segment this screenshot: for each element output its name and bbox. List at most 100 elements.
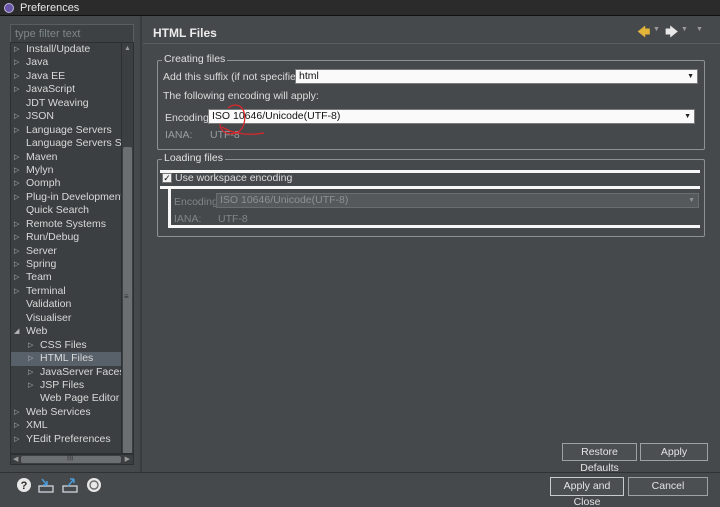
collapsed-twisty-icon[interactable]: ▷ bbox=[14, 285, 22, 298]
tree-item[interactable]: ▷ JavaServer Faces Too bbox=[11, 366, 133, 379]
tree-horizontal-scrollbar[interactable]: ◀ ||| ▶ bbox=[10, 452, 134, 465]
cancel-button[interactable]: Cancel bbox=[628, 477, 708, 496]
suffix-combo[interactable]: html ▼ bbox=[295, 69, 698, 84]
collapsed-twisty-icon[interactable]: ▷ bbox=[14, 110, 22, 123]
tree-item-label: CSS Files bbox=[40, 338, 87, 351]
tree-item[interactable]: ▷ YEdit Preferences bbox=[11, 433, 121, 446]
restore-defaults-button[interactable]: Restore Defaults bbox=[562, 443, 637, 474]
tree-item-label: Web bbox=[26, 325, 48, 338]
collapsed-twisty-icon[interactable]: ▷ bbox=[14, 56, 22, 69]
forward-arrow-icon[interactable]: 🡆 bbox=[665, 25, 678, 38]
tree-item[interactable]: ▷ XML bbox=[11, 419, 121, 432]
tree-item[interactable]: ▷ Remote Systems bbox=[11, 218, 121, 231]
loading-iana-label: IANA: bbox=[174, 213, 202, 225]
collapsed-twisty-icon[interactable]: ▷ bbox=[28, 339, 36, 352]
tree-item[interactable]: ▷ JavaScript bbox=[11, 83, 121, 96]
loading-encoding-combo[interactable]: ISO 10646/Unicode(UTF-8) ▼ bbox=[216, 193, 699, 208]
encoding-subframe-top bbox=[160, 186, 700, 189]
apply-and-close-button-label: Apply and Close bbox=[563, 480, 611, 507]
tree-item-label: Install/Update bbox=[26, 43, 91, 55]
collapsed-twisty-icon[interactable]: ▷ bbox=[14, 43, 22, 56]
collapsed-twisty-icon[interactable]: ▷ bbox=[14, 83, 22, 96]
collapsed-twisty-icon[interactable]: ▷ bbox=[28, 379, 36, 392]
restore-defaults-button-label: Restore Defaults bbox=[580, 446, 619, 474]
tree-item-label: Web Services bbox=[26, 405, 91, 418]
tree-item-label: Language Servers bbox=[26, 123, 112, 136]
collapsed-twisty-icon[interactable]: ▷ bbox=[14, 433, 22, 446]
filter-input[interactable] bbox=[11, 25, 133, 43]
window-titlebar: Preferences bbox=[0, 0, 720, 16]
back-arrow-icon[interactable]: 🡄 bbox=[637, 25, 650, 38]
tree-item[interactable]: ▷ Java bbox=[11, 56, 121, 69]
tree-item[interactable]: Validation bbox=[11, 298, 121, 311]
tree-item[interactable]: ▷ Terminal bbox=[11, 285, 121, 298]
collapsed-twisty-icon[interactable]: ▷ bbox=[14, 124, 22, 137]
tree-item[interactable]: ▷ Spring bbox=[11, 258, 121, 271]
creating-encoding-combo[interactable]: ISO 10646/Unicode(UTF-8) ▼ bbox=[208, 109, 695, 124]
tree-item[interactable]: JDT Weaving bbox=[11, 97, 121, 110]
tree-item[interactable]: ▷ Install/Update bbox=[11, 43, 121, 56]
collapsed-twisty-icon[interactable]: ▷ bbox=[14, 419, 22, 432]
collapsed-twisty-icon[interactable]: ▷ bbox=[14, 151, 22, 164]
tree-item[interactable]: ◢ Web bbox=[11, 325, 121, 338]
use-workspace-encoding-checkbox[interactable]: ✓ bbox=[162, 173, 172, 183]
collapsed-twisty-icon[interactable]: ▷ bbox=[14, 406, 22, 419]
tree-item[interactable]: ▷ Oomph bbox=[11, 177, 121, 190]
tree-item-label: Team bbox=[26, 271, 52, 284]
use-workspace-encoding-label[interactable]: Use workspace encoding bbox=[175, 172, 292, 184]
collapsed-twisty-icon[interactable]: ▷ bbox=[14, 70, 22, 83]
forward-history-dropdown-icon[interactable]: ▼ bbox=[681, 26, 688, 33]
tree-item[interactable]: ▷ Java EE bbox=[11, 70, 121, 83]
tree-item-label: Maven bbox=[26, 150, 58, 163]
export-icon[interactable] bbox=[62, 477, 78, 493]
encoding-subframe-left bbox=[168, 186, 171, 228]
collapsed-twisty-icon[interactable]: ▷ bbox=[28, 366, 36, 379]
creating-iana-label: IANA: bbox=[165, 129, 193, 141]
tree-item[interactable]: ▷ Mylyn bbox=[11, 164, 121, 177]
tree-item[interactable]: ▷ Plug-in Development bbox=[11, 191, 123, 204]
collapsed-twisty-icon[interactable]: ▷ bbox=[14, 271, 22, 284]
tree-item[interactable]: ▷ Language Servers bbox=[11, 124, 121, 137]
tree-item[interactable]: ▷ JSON bbox=[11, 110, 121, 123]
collapsed-twisty-icon[interactable]: ▷ bbox=[14, 177, 22, 190]
tree-item[interactable]: Web Page Editor bbox=[11, 392, 121, 405]
scroll-up-arrow-icon[interactable]: ▲ bbox=[124, 45, 131, 52]
svg-text:?: ? bbox=[21, 480, 28, 492]
scroll-left-arrow-icon[interactable]: ◀ bbox=[13, 455, 18, 463]
tree-item[interactable]: ▷ JSP Files bbox=[11, 379, 121, 392]
help-icon[interactable]: ? bbox=[16, 477, 32, 493]
tree-item[interactable]: Visualiser bbox=[11, 312, 121, 325]
tree-item-label: JSP Files bbox=[40, 378, 85, 391]
tree-item-label: JDT Weaving bbox=[26, 96, 89, 109]
scroll-right-arrow-icon[interactable]: ▶ bbox=[125, 455, 130, 463]
tree-item[interactable]: ▷ HTML Files bbox=[11, 352, 121, 366]
dialog-client: ▷Install/Update▷Java▷Java EE▷JavaScriptJ… bbox=[0, 16, 720, 507]
back-history-dropdown-icon[interactable]: ▼ bbox=[653, 26, 660, 33]
tree-item[interactable]: ▷ Run/Debug bbox=[11, 231, 121, 244]
apply-button[interactable]: Apply bbox=[640, 443, 708, 461]
tree-vertical-scrollbar[interactable]: ▲ ≡ bbox=[121, 43, 133, 453]
tree-item[interactable]: Language Servers STS bbox=[11, 137, 133, 150]
tree-item[interactable]: Quick Search bbox=[11, 204, 121, 217]
tree-item[interactable]: ▷ Maven bbox=[11, 151, 121, 164]
expanded-twisty-icon[interactable]: ◢ bbox=[14, 325, 22, 338]
preference-tree: ▷ Install/Update ▷ Java ▷ Java EE ▷ JavaScript J… bbox=[10, 42, 134, 454]
encoding-subframe-bottom bbox=[168, 225, 700, 228]
collapsed-twisty-icon[interactable]: ▷ bbox=[14, 218, 22, 231]
apply-and-close-button[interactable]: Apply and Close bbox=[550, 477, 624, 507]
import-icon[interactable] bbox=[38, 477, 54, 493]
filter-field-wrapper bbox=[10, 24, 134, 44]
tree-item[interactable]: ▷ Team bbox=[11, 271, 121, 284]
collapsed-twisty-icon[interactable]: ▷ bbox=[14, 258, 22, 271]
tree-item[interactable]: ▷ Server bbox=[11, 245, 121, 258]
collapsed-twisty-icon[interactable]: ▷ bbox=[14, 245, 22, 258]
tree-item[interactable]: ▷ Web Services bbox=[11, 406, 121, 419]
collapsed-twisty-icon[interactable]: ▷ bbox=[14, 191, 22, 204]
collapsed-twisty-icon[interactable]: ▷ bbox=[14, 164, 22, 177]
view-menu-icon[interactable]: ▼ bbox=[696, 26, 703, 33]
panel-sash[interactable] bbox=[140, 16, 142, 472]
tree-item[interactable]: ▷ CSS Files bbox=[11, 339, 121, 352]
collapsed-twisty-icon[interactable]: ▷ bbox=[14, 231, 22, 244]
oomph-preference-recorder-icon[interactable] bbox=[86, 477, 102, 493]
collapsed-twisty-icon[interactable]: ▷ bbox=[28, 352, 36, 365]
